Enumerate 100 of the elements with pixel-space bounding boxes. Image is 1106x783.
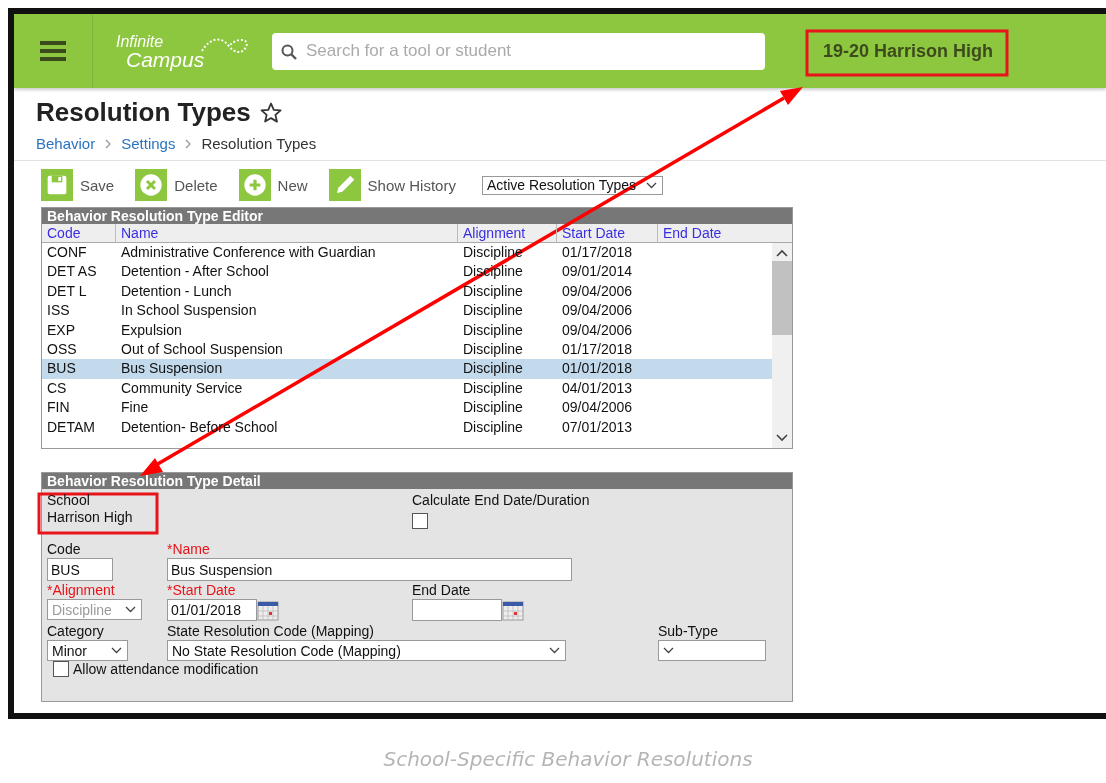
logo-text: Campus	[126, 51, 205, 69]
school-name: Harrison High	[47, 509, 134, 526]
caret-icon	[111, 647, 122, 654]
panel-title: Behavior Resolution Type Editor	[42, 208, 792, 224]
table-cell-text: CONF	[46, 243, 88, 262]
filter-dropdown[interactable]: Active Resolution Types	[481, 175, 663, 195]
table-row[interactable]: EXP Expulsion Discipline 09/04/2006	[42, 320, 772, 340]
column-header[interactable]: Name	[116, 224, 458, 242]
checkbox-label: Allow attendance modification	[73, 661, 259, 677]
table-row[interactable]: ISS In School Suspension Discipline 09/04/2006	[42, 301, 772, 321]
history-button[interactable]: Show History	[328, 169, 456, 201]
chevron-icon	[104, 138, 113, 149]
checkbox[interactable]	[53, 661, 69, 677]
scrollbar[interactable]	[772, 243, 792, 448]
table-cell-text: Bus Suspension	[120, 359, 224, 379]
table-cell-text: 09/04/2006	[561, 320, 634, 340]
caret-icon	[645, 181, 657, 189]
table-cell-text: 09/01/2014	[561, 262, 634, 282]
table-cell-text: Out of School Suspension	[120, 339, 284, 359]
table-cell-text: Fine	[120, 398, 150, 418]
caption: School-Specific Behavior Resolutions	[382, 747, 754, 771]
column-header[interactable]: Alignment	[458, 224, 557, 242]
table-cell-text: Community Service	[120, 378, 244, 398]
table-cell-text: DETAM	[46, 417, 96, 437]
field-label: End Date	[412, 582, 472, 599]
calendar-icon[interactable]	[257, 601, 279, 621]
table-cell-text: 07/01/2013	[561, 417, 634, 437]
caret-icon	[549, 647, 560, 654]
table-row[interactable]: OSS Out of School Suspension Discipline 01/17/2018	[42, 339, 772, 360]
caret-icon	[663, 647, 674, 654]
table-cell-text: Detention - After School	[120, 262, 270, 282]
page-title: Resolution Types	[36, 97, 251, 128]
table-row[interactable]: DET L Detention - Lunch Discipline 09/04/2006	[42, 281, 772, 302]
checkbox[interactable]	[412, 513, 428, 529]
table-cell-text: Discipline	[462, 398, 524, 418]
field-label: *Start Date	[167, 582, 237, 599]
table-cell-text: 09/04/2006	[561, 301, 634, 321]
delete-button[interactable]: Delete	[135, 169, 218, 201]
table-cell-text: 09/04/2006	[561, 281, 634, 301]
table-cell-text: Administrative Conference with Guardian	[120, 243, 377, 262]
new-button[interactable]: New	[238, 169, 308, 201]
field-label: Category	[47, 623, 105, 640]
breadcrumb-link[interactable]: Settings	[121, 135, 176, 152]
table-cell-text: EXP	[46, 320, 76, 340]
table-cell-text: Discipline	[462, 281, 524, 301]
breadcrumb-link[interactable]: Behavior	[36, 135, 96, 152]
logo-text: Infinite	[116, 33, 165, 51]
table-cell-text: Discipline	[462, 320, 524, 340]
table-cell-text: Discipline	[462, 359, 524, 379]
delete-icon	[135, 169, 168, 201]
add-icon	[238, 169, 271, 201]
dropdown[interactable]: No State Resolution Code (Mapping)	[167, 640, 566, 661]
table-row[interactable]: FIN Fine Discipline 09/04/2006	[42, 398, 772, 418]
table-cell-text: 09/04/2006	[561, 398, 634, 418]
table-cell-text: Discipline	[462, 339, 524, 359]
breadcrumb-current: Resolution Types	[201, 135, 317, 152]
input-field[interactable]: BUS	[47, 558, 113, 581]
table-row[interactable]: BUS Bus Suspension Discipline 01/01/2018	[42, 359, 772, 379]
table-cell-text: In School Suspension	[120, 301, 258, 321]
scroll-down-icon[interactable]	[776, 434, 788, 442]
search-field[interactable]: Search for a tool or student	[272, 32, 765, 70]
table-cell-text: Discipline	[462, 301, 524, 321]
field-label: Code	[47, 541, 82, 558]
input-field[interactable]: Bus Suspension	[167, 558, 572, 581]
column-header[interactable]: Code	[42, 224, 116, 242]
calendar-icon[interactable]	[502, 601, 524, 621]
table-cell-text: 01/01/2018	[561, 359, 634, 379]
field-label: Sub-Type	[658, 623, 719, 640]
column-header[interactable]: End Date	[658, 224, 792, 242]
school-context[interactable]: 19-20 Harrison High	[823, 34, 994, 68]
table-cell-text: 01/17/2018	[561, 339, 634, 359]
field-label: Calculate End Date/Duration	[412, 492, 591, 509]
table-cell-text: 04/01/2013	[561, 378, 634, 398]
table-cell-text: Detention - Lunch	[120, 281, 233, 301]
caret-icon	[125, 606, 136, 613]
dropdown[interactable]: Minor	[47, 640, 128, 661]
table-cell-text: ISS	[46, 301, 71, 321]
field-label: *Name	[167, 541, 211, 558]
table-cell-text: DET L	[46, 281, 88, 301]
table-cell-text: Discipline	[462, 378, 524, 398]
table-cell-text: BUS	[46, 359, 77, 379]
table-cell-text: 01/17/2018	[561, 243, 634, 262]
menu-icon	[40, 40, 66, 62]
field-label: *Alignment	[47, 582, 116, 599]
save-button[interactable]: Save	[41, 169, 115, 201]
table-cell-text: Expulsion	[120, 320, 183, 340]
panel-title: Behavior Resolution Type Detail	[42, 473, 792, 489]
input-field[interactable]: 01/01/2018	[167, 599, 257, 621]
scroll-up-icon[interactable]	[776, 249, 788, 257]
field-label: School	[47, 492, 91, 509]
column-header[interactable]: Start Date	[557, 224, 658, 242]
table-cell-text: FIN	[46, 398, 71, 418]
field-label: State Resolution Code (Mapping)	[167, 623, 375, 640]
input-field[interactable]	[412, 599, 502, 621]
dropdown[interactable]	[658, 640, 766, 661]
table-row[interactable]: CS Community Service Discipline 04/01/2013	[42, 378, 772, 399]
table-cell-text: DET AS	[46, 262, 98, 282]
table-cell-text: CS	[46, 378, 68, 398]
star-icon[interactable]	[258, 100, 283, 125]
pencil-icon	[328, 169, 361, 201]
